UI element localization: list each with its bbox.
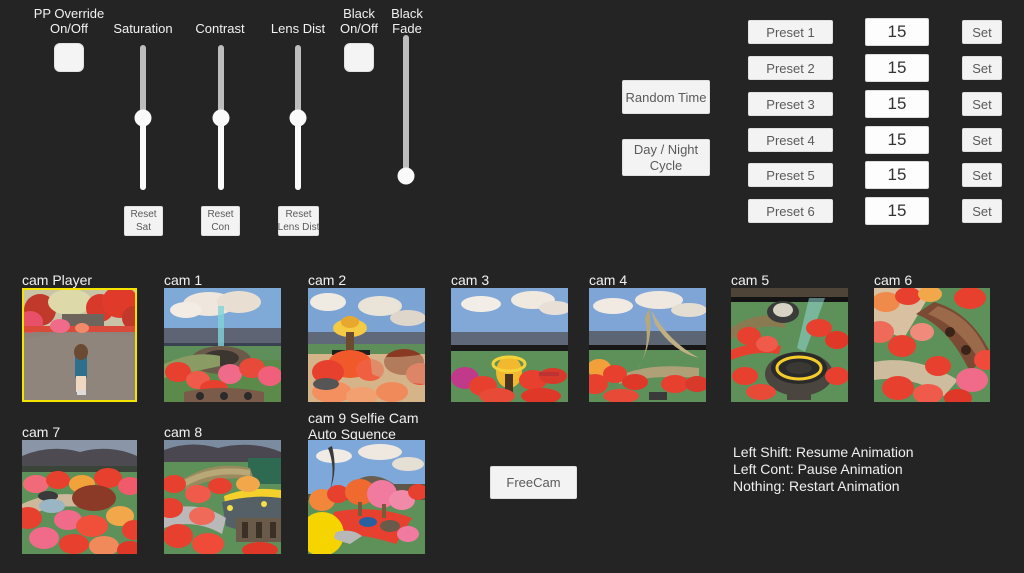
contrast-label: Contrast (195, 21, 245, 36)
preset-3-set-button[interactable]: Set (962, 92, 1002, 116)
black-onoff-toggle[interactable] (344, 43, 374, 72)
preset-5-button[interactable]: Preset 5 (748, 163, 833, 187)
cam-label-cam9: cam 9 Selfie Cam Auto Squence (308, 410, 419, 442)
hint-restart-animation: Nothing: Restart Animation (733, 478, 900, 494)
preset-2-button[interactable]: Preset 2 (748, 56, 833, 80)
preset-1-set-button[interactable]: Set (962, 20, 1002, 44)
slider-fill (140, 117, 146, 190)
slider-knob[interactable] (134, 109, 152, 126)
cam-label-cam4: cam 4 (589, 272, 628, 288)
preset-6-set-button[interactable]: Set (962, 199, 1002, 223)
hint-resume-animation: Left Shift: Resume Animation (733, 444, 914, 460)
cam-label-cam6: cam 6 (874, 272, 913, 288)
random-time-button[interactable]: Random Time (622, 80, 710, 114)
preset-2-set-button[interactable]: Set (962, 56, 1002, 80)
slider-track (403, 35, 409, 180)
preset-4-button[interactable]: Preset 4 (748, 128, 833, 152)
cam-label-cam2: cam 2 (308, 272, 347, 288)
cam-thumb-cam6[interactable] (874, 288, 990, 402)
reset-saturation-button[interactable]: Reset Sat (124, 206, 163, 236)
slider-knob[interactable] (212, 109, 230, 126)
cam-thumb-cam4[interactable] (589, 288, 706, 402)
cam-thumb-cam1[interactable] (164, 288, 281, 402)
lens-dist-slider[interactable] (289, 45, 307, 190)
cam-label-cam3: cam 3 (451, 272, 490, 288)
preset-5-set-button[interactable]: Set (962, 163, 1002, 187)
saturation-label: Saturation (113, 21, 173, 36)
slider-fill (218, 117, 224, 190)
pp-override-label: PP Override On/Off (33, 6, 105, 36)
reset-lens-dist-button[interactable]: Reset Lens Dist (278, 206, 319, 236)
cam-label-player: cam Player (22, 272, 93, 288)
contrast-slider[interactable] (212, 45, 230, 190)
black-fade-slider[interactable] (397, 35, 415, 185)
cam-thumb-cam2[interactable] (308, 288, 425, 402)
day-night-cycle-button[interactable]: Day / Night Cycle (622, 139, 710, 176)
slider-knob[interactable] (289, 109, 307, 126)
freecam-button[interactable]: FreeCam (490, 466, 577, 499)
cam-label-cam8: cam 8 (164, 424, 203, 440)
camera-control-overlay: PP Override On/Off Saturation Contrast L… (0, 0, 1024, 573)
black-fade-label: Black Fade (391, 6, 423, 36)
slider-fill (295, 117, 301, 190)
cam-thumb-cam7[interactable] (22, 440, 137, 554)
cam-label-cam1: cam 1 (164, 272, 203, 288)
reset-contrast-button[interactable]: Reset Con (201, 206, 240, 236)
preset-1-value[interactable]: 15 (865, 18, 929, 46)
preset-4-value[interactable]: 15 (865, 126, 929, 154)
preset-1-button[interactable]: Preset 1 (748, 20, 833, 44)
cam-thumb-cam9[interactable] (308, 440, 425, 554)
preset-3-button[interactable]: Preset 3 (748, 92, 833, 116)
preset-6-button[interactable]: Preset 6 (748, 199, 833, 223)
slider-knob[interactable] (397, 167, 415, 185)
preset-4-set-button[interactable]: Set (962, 128, 1002, 152)
cam-thumb-cam8[interactable] (164, 440, 281, 554)
preset-5-value[interactable]: 15 (865, 161, 929, 189)
saturation-slider[interactable] (134, 45, 152, 190)
cam-thumb-player[interactable] (22, 288, 137, 402)
preset-3-value[interactable]: 15 (865, 90, 929, 118)
preset-6-value[interactable]: 15 (865, 197, 929, 225)
hint-pause-animation: Left Cont: Pause Animation (733, 461, 903, 477)
cam-thumb-cam3[interactable] (451, 288, 568, 402)
cam-label-cam5: cam 5 (731, 272, 770, 288)
cam-label-cam7: cam 7 (22, 424, 61, 440)
preset-2-value[interactable]: 15 (865, 54, 929, 82)
cam-thumb-cam5[interactable] (731, 288, 848, 402)
lens-dist-label: Lens Dist (270, 21, 326, 36)
pp-override-toggle[interactable] (54, 43, 84, 72)
